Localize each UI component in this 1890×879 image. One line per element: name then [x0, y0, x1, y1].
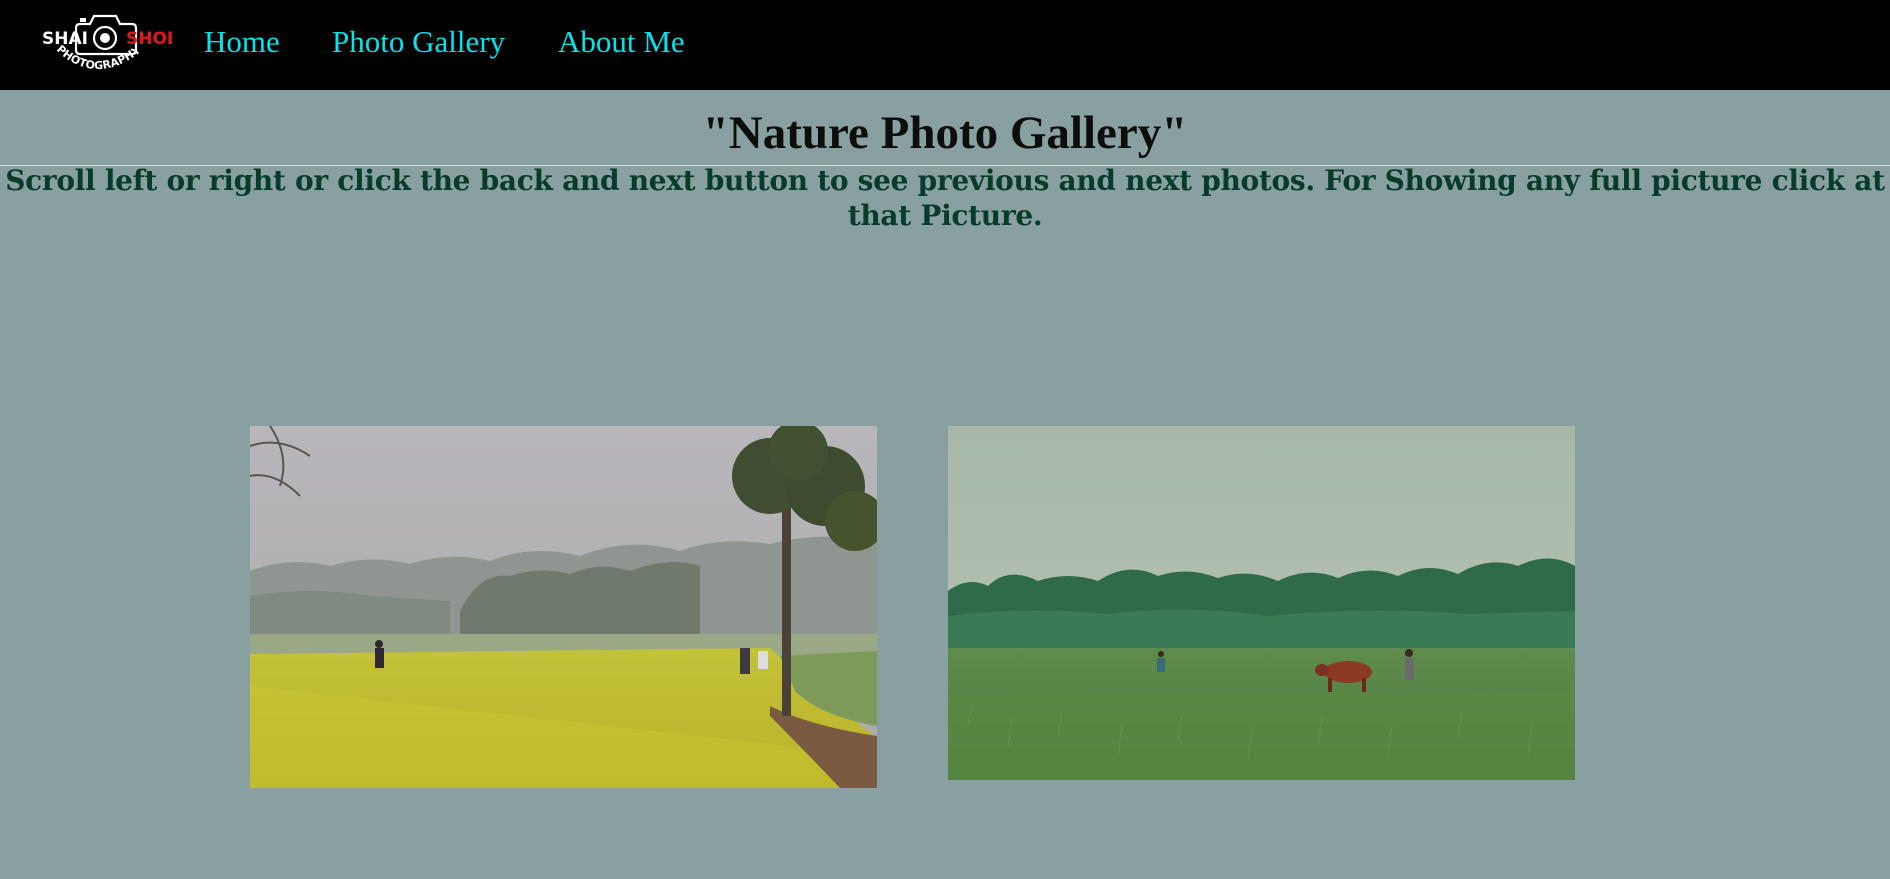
nav-link-home[interactable]: Home: [204, 24, 280, 60]
site-logo[interactable]: SHAI SHOB PHOTOGRAPHY: [36, 4, 180, 84]
nav-link-about-me[interactable]: About Me: [558, 24, 685, 60]
gallery-photo-mustard-field[interactable]: [250, 426, 877, 788]
top-navbar: SHAI SHOB PHOTOGRAPHY Home Photo Gallery…: [0, 0, 1890, 90]
nav-link-photo-gallery[interactable]: Photo Gallery: [332, 24, 505, 60]
gallery-photo-green-field-cow[interactable]: [948, 426, 1575, 780]
page-title: "Nature Photo Gallery": [702, 107, 1188, 159]
gallery-instructions: Scroll left or right or click the back a…: [5, 164, 1885, 232]
